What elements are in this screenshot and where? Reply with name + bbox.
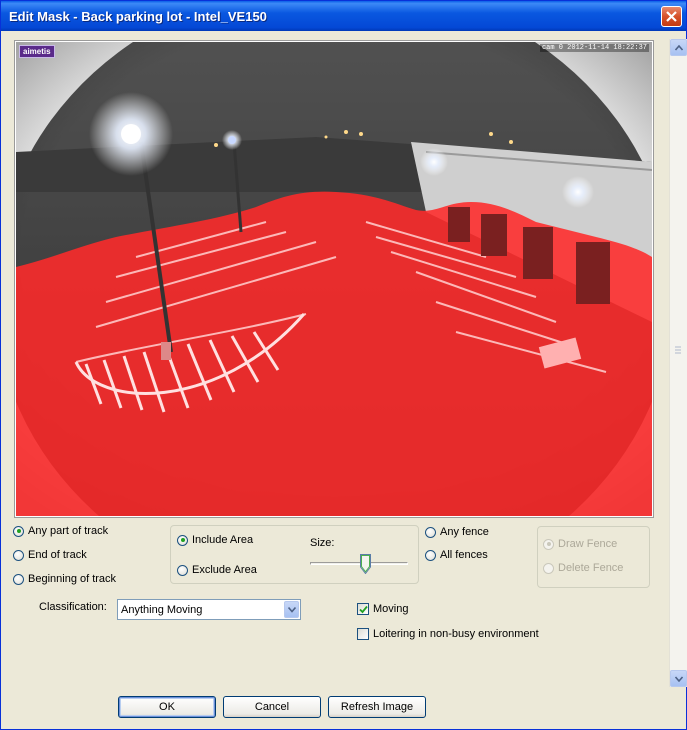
radio-indicator (177, 534, 188, 546)
checkbox-label: Loitering in non-busy environment (373, 628, 539, 640)
scroll-up-button[interactable] (670, 39, 687, 56)
radio-end-of-track[interactable]: End of track (13, 549, 87, 561)
size-label: Size: (310, 537, 335, 549)
checkbox-label: Moving (373, 603, 409, 615)
radio-indicator (13, 525, 24, 537)
scroll-down-button[interactable] (670, 670, 687, 687)
radio-label: End of track (28, 549, 87, 561)
edit-mask-window: Edit Mask - Back parking lot - Intel_VE1… (0, 0, 687, 730)
chevron-down-icon (675, 676, 683, 682)
classification-label: Classification: (39, 601, 107, 613)
close-icon (666, 11, 677, 22)
radio-label: All fences (440, 549, 488, 561)
cancel-button[interactable]: Cancel (223, 696, 321, 718)
radio-delete-fence[interactable]: Delete Fence (543, 562, 623, 574)
aimetis-logo: aimetis (19, 45, 55, 58)
checkbox-indicator (357, 603, 369, 615)
size-slider[interactable] (310, 562, 408, 565)
radio-draw-fence[interactable]: Draw Fence (543, 538, 617, 550)
video-timestamp: cam 0 2012-11-14 18:22:37 (539, 44, 649, 52)
radio-label: Beginning of track (28, 573, 117, 585)
radio-label: Any fence (440, 526, 489, 538)
size-slider-thumb[interactable] (360, 554, 371, 574)
chevron-down-icon (288, 607, 296, 613)
radio-label: Draw Fence (558, 538, 618, 550)
ok-button[interactable]: OK (118, 696, 216, 718)
close-button[interactable] (661, 6, 682, 27)
checkbox-loitering[interactable]: Loitering in non-busy environment (357, 628, 539, 640)
radio-indicator (425, 526, 436, 538)
radio-indicator (543, 562, 554, 574)
radio-include-area[interactable]: Include Area (177, 534, 253, 546)
fence-group (537, 526, 650, 588)
radio-label: Any part of track (28, 525, 109, 537)
radio-all-fences[interactable]: All fences (425, 549, 488, 561)
checkbox-indicator (357, 628, 369, 640)
radio-beginning-of-track[interactable]: Beginning of track (13, 573, 116, 585)
radio-label: Exclude Area (192, 564, 257, 576)
radio-indicator (543, 538, 554, 550)
vertical-scrollbar[interactable] (669, 39, 687, 687)
radio-any-fence[interactable]: Any fence (425, 526, 489, 538)
radio-indicator (13, 549, 24, 561)
radio-any-part-of-track[interactable]: Any part of track (13, 525, 108, 537)
radio-indicator (13, 573, 24, 585)
radio-label: Include Area (192, 534, 254, 546)
classification-dropdown[interactable]: Anything Moving (117, 599, 301, 620)
radio-indicator (425, 549, 436, 561)
radio-indicator (177, 564, 188, 576)
checkbox-moving[interactable]: Moving (357, 603, 408, 615)
parking-lot-scene (16, 42, 652, 516)
dropdown-button[interactable] (284, 601, 299, 618)
dialog-body: aimetis cam 0 2012-11-14 18:22:37 Any pa… (4, 31, 687, 728)
checkmark-icon (359, 605, 368, 614)
camera-image[interactable]: aimetis cam 0 2012-11-14 18:22:37 (14, 40, 654, 518)
classification-value: Anything Moving (121, 604, 203, 616)
scroll-grip-icon (675, 346, 681, 354)
title-bar[interactable]: Edit Mask - Back parking lot - Intel_VE1… (1, 1, 686, 31)
radio-label: Delete Fence (558, 562, 624, 574)
radio-exclude-area[interactable]: Exclude Area (177, 564, 257, 576)
window-title: Edit Mask - Back parking lot - Intel_VE1… (9, 9, 267, 24)
chevron-up-icon (675, 45, 683, 51)
refresh-image-button[interactable]: Refresh Image (328, 696, 426, 718)
